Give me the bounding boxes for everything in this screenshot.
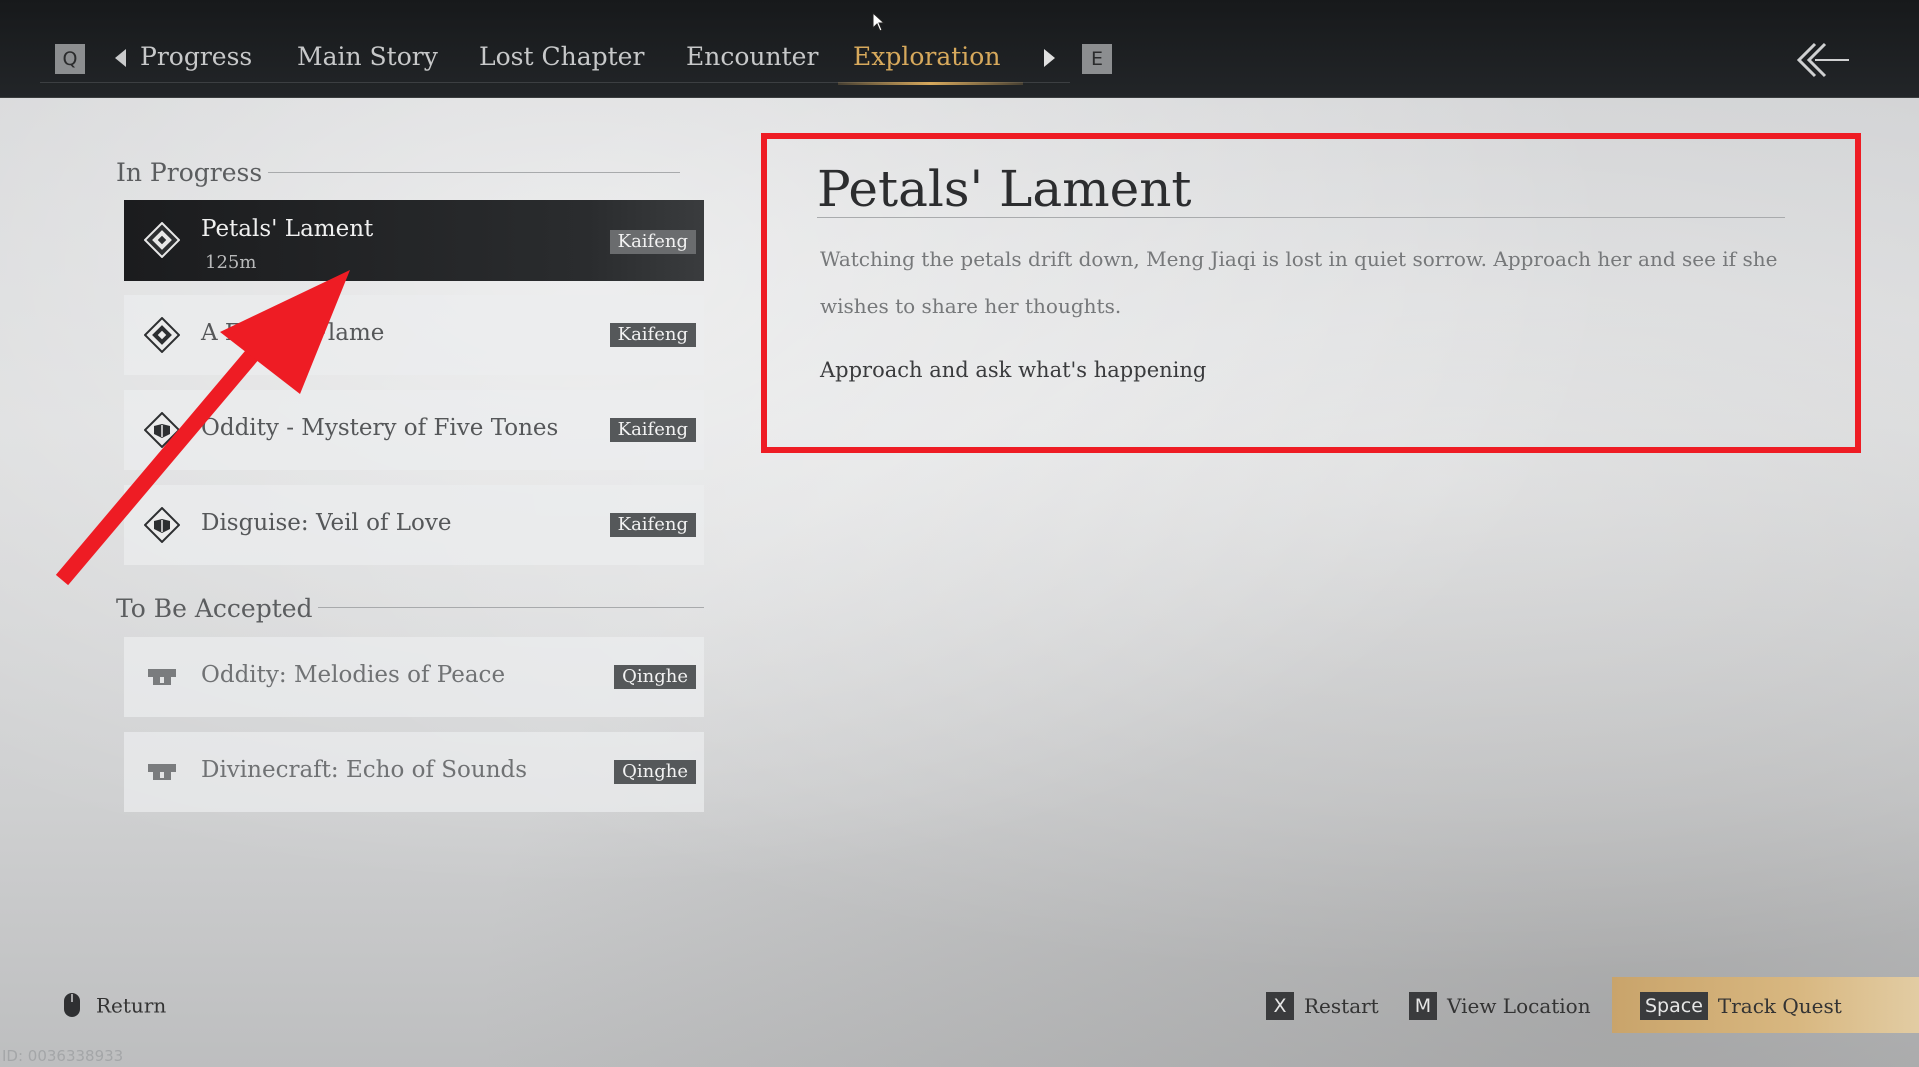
quest-detail-title: Petals' Lament bbox=[817, 160, 1192, 218]
caret-left-icon[interactable] bbox=[115, 49, 126, 67]
section-divider bbox=[318, 607, 704, 608]
mouse-icon bbox=[64, 993, 80, 1017]
tab-exploration[interactable]: Exploration bbox=[853, 42, 1000, 71]
key-hint-q[interactable]: Q bbox=[55, 44, 85, 74]
location-badge: Kaifeng bbox=[609, 230, 696, 254]
view-location-button[interactable]: M View Location bbox=[1409, 992, 1591, 1020]
location-badge: Qinghe bbox=[614, 760, 696, 784]
image-id-watermark: ID: 0036338933 bbox=[2, 1047, 124, 1065]
quest-title: Oddity: Melodies of Peace bbox=[201, 662, 506, 688]
quest-item-melodies-of-peace[interactable]: Oddity: Melodies of Peace Qinghe bbox=[124, 637, 704, 717]
location-badge: Kaifeng bbox=[609, 323, 696, 347]
track-quest-label: Track Quest bbox=[1717, 994, 1842, 1018]
quest-detail-description: Watching the petals drift down, Meng Jia… bbox=[820, 247, 1778, 318]
double-chevron-left-icon[interactable] bbox=[1795, 38, 1851, 82]
scroll-icon bbox=[148, 669, 176, 685]
exploration-diamond-icon bbox=[144, 222, 180, 258]
quest-objective: Approach and ask what's happening bbox=[820, 358, 1207, 382]
quest-item-echo-of-sounds[interactable]: Divinecraft: Echo of Sounds Qinghe bbox=[124, 732, 704, 812]
tab-progress[interactable]: Progress bbox=[140, 42, 252, 71]
quest-title: Divinecraft: Echo of Sounds bbox=[201, 757, 528, 783]
track-quest-button[interactable]: Space Track Quest bbox=[1640, 992, 1842, 1020]
key-hint-e[interactable]: E bbox=[1082, 44, 1112, 74]
tab-main-story[interactable]: Main Story bbox=[297, 42, 438, 71]
tab-lost-chapter[interactable]: Lost Chapter bbox=[479, 42, 644, 71]
quest-title: Petals' Lament bbox=[201, 216, 374, 242]
top-nav-bar: Q Progress Main Story Lost Chapter Encou… bbox=[0, 0, 1919, 98]
caret-right-icon[interactable] bbox=[1044, 49, 1055, 67]
view-location-label: View Location bbox=[1447, 994, 1591, 1018]
red-arrow-annotation bbox=[55, 270, 350, 586]
return-label: Return bbox=[96, 993, 167, 1018]
restart-label: Restart bbox=[1304, 994, 1379, 1018]
mouse-cursor-icon bbox=[872, 12, 886, 32]
location-badge: Kaifeng bbox=[609, 513, 696, 537]
key-hint-x: X bbox=[1266, 992, 1294, 1020]
key-hint-space: Space bbox=[1640, 992, 1708, 1020]
section-divider bbox=[268, 172, 680, 173]
tab-encounter[interactable]: Encounter bbox=[686, 42, 818, 71]
in-progress-header: In Progress bbox=[116, 158, 263, 187]
active-tab-underline bbox=[838, 82, 1023, 85]
to-be-accepted-header: To Be Accepted bbox=[116, 594, 313, 623]
key-hint-m: M bbox=[1409, 992, 1437, 1020]
return-button[interactable]: Return bbox=[96, 992, 166, 1018]
location-badge: Kaifeng bbox=[609, 418, 696, 442]
location-badge: Qinghe bbox=[614, 665, 696, 689]
detail-divider bbox=[817, 217, 1785, 218]
scroll-icon bbox=[148, 764, 176, 780]
restart-button[interactable]: X Restart bbox=[1266, 992, 1379, 1020]
